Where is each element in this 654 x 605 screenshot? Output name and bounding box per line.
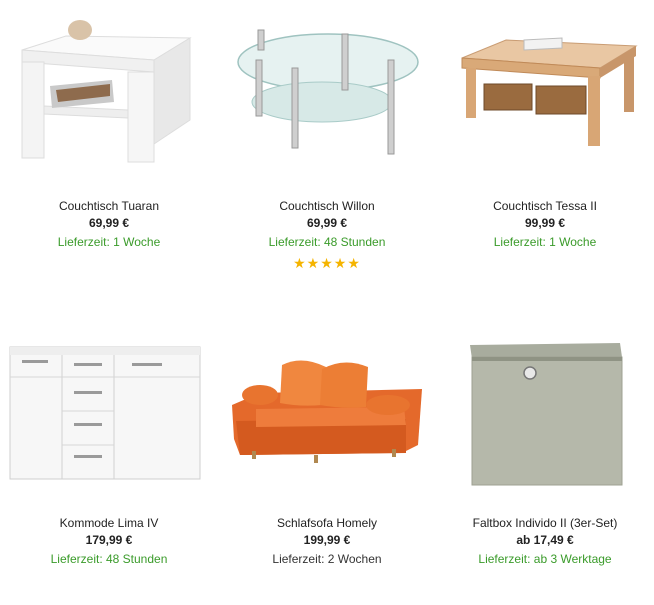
delivery-time: Lieferzeit: 48 Stunden [50,552,168,566]
product-name[interactable]: Couchtisch Willon [218,199,436,213]
glass-oval-coffee-table-icon [237,29,419,155]
product-name[interactable]: Couchtisch Tessa II [436,199,654,213]
product-grid: Couchtisch Tuaran 69,99 € Lieferzeit: 1 … [0,0,654,576]
product-price: 99,99 € [524,216,566,230]
rating-stars: ★★★★★ [293,255,361,271]
product-price: 199,99 € [303,533,351,547]
wood-coffee-table-with-baskets-icon [461,37,638,146]
product-card-homely[interactable]: Schlafsofa Homely 199,99 € Lieferzeit: 2… [218,317,436,605]
white-sideboard-icon [9,346,201,480]
product-name[interactable]: Couchtisch Tuaran [0,199,218,213]
orange-sofa-bed-icon [232,360,422,463]
product-name[interactable]: Schlafsofa Homely [218,516,436,530]
delivery-time: Lieferzeit: 48 Stunden [268,235,386,249]
product-image[interactable] [4,327,214,497]
product-card-willon[interactable]: Couchtisch Willon 69,99 € Lieferzeit: 48… [218,0,436,288]
product-price: ab 17,49 € [516,533,574,547]
white-square-coffee-table-icon [21,20,192,163]
delivery-time: Lieferzeit: 1 Woche [57,235,161,249]
product-image[interactable] [222,327,432,497]
product-price: 69,99 € [306,216,348,230]
product-image[interactable] [222,10,432,180]
grey-folding-box-icon [470,343,623,486]
product-card-tessa[interactable]: Couchtisch Tessa II 99,99 € Lieferzeit: … [436,0,654,288]
product-price: 69,99 € [88,216,130,230]
product-card-lima[interactable]: Kommode Lima IV 179,99 € Lieferzeit: 48 … [0,317,218,605]
product-price: 179,99 € [85,533,133,547]
product-image[interactable] [440,327,650,497]
product-image[interactable] [4,10,214,180]
delivery-time: Lieferzeit: 1 Woche [493,235,597,249]
product-card-individo[interactable]: Faltbox Individo II (3er-Set) ab 17,49 €… [436,317,654,605]
product-image[interactable] [440,10,650,180]
delivery-time: Lieferzeit: 2 Wochen [272,552,382,566]
product-name[interactable]: Kommode Lima IV [0,516,218,530]
product-card-tuaran[interactable]: Couchtisch Tuaran 69,99 € Lieferzeit: 1 … [0,0,218,288]
product-name[interactable]: Faltbox Individo II (3er-Set) [436,516,654,530]
delivery-time: Lieferzeit: ab 3 Werktage [478,552,612,566]
